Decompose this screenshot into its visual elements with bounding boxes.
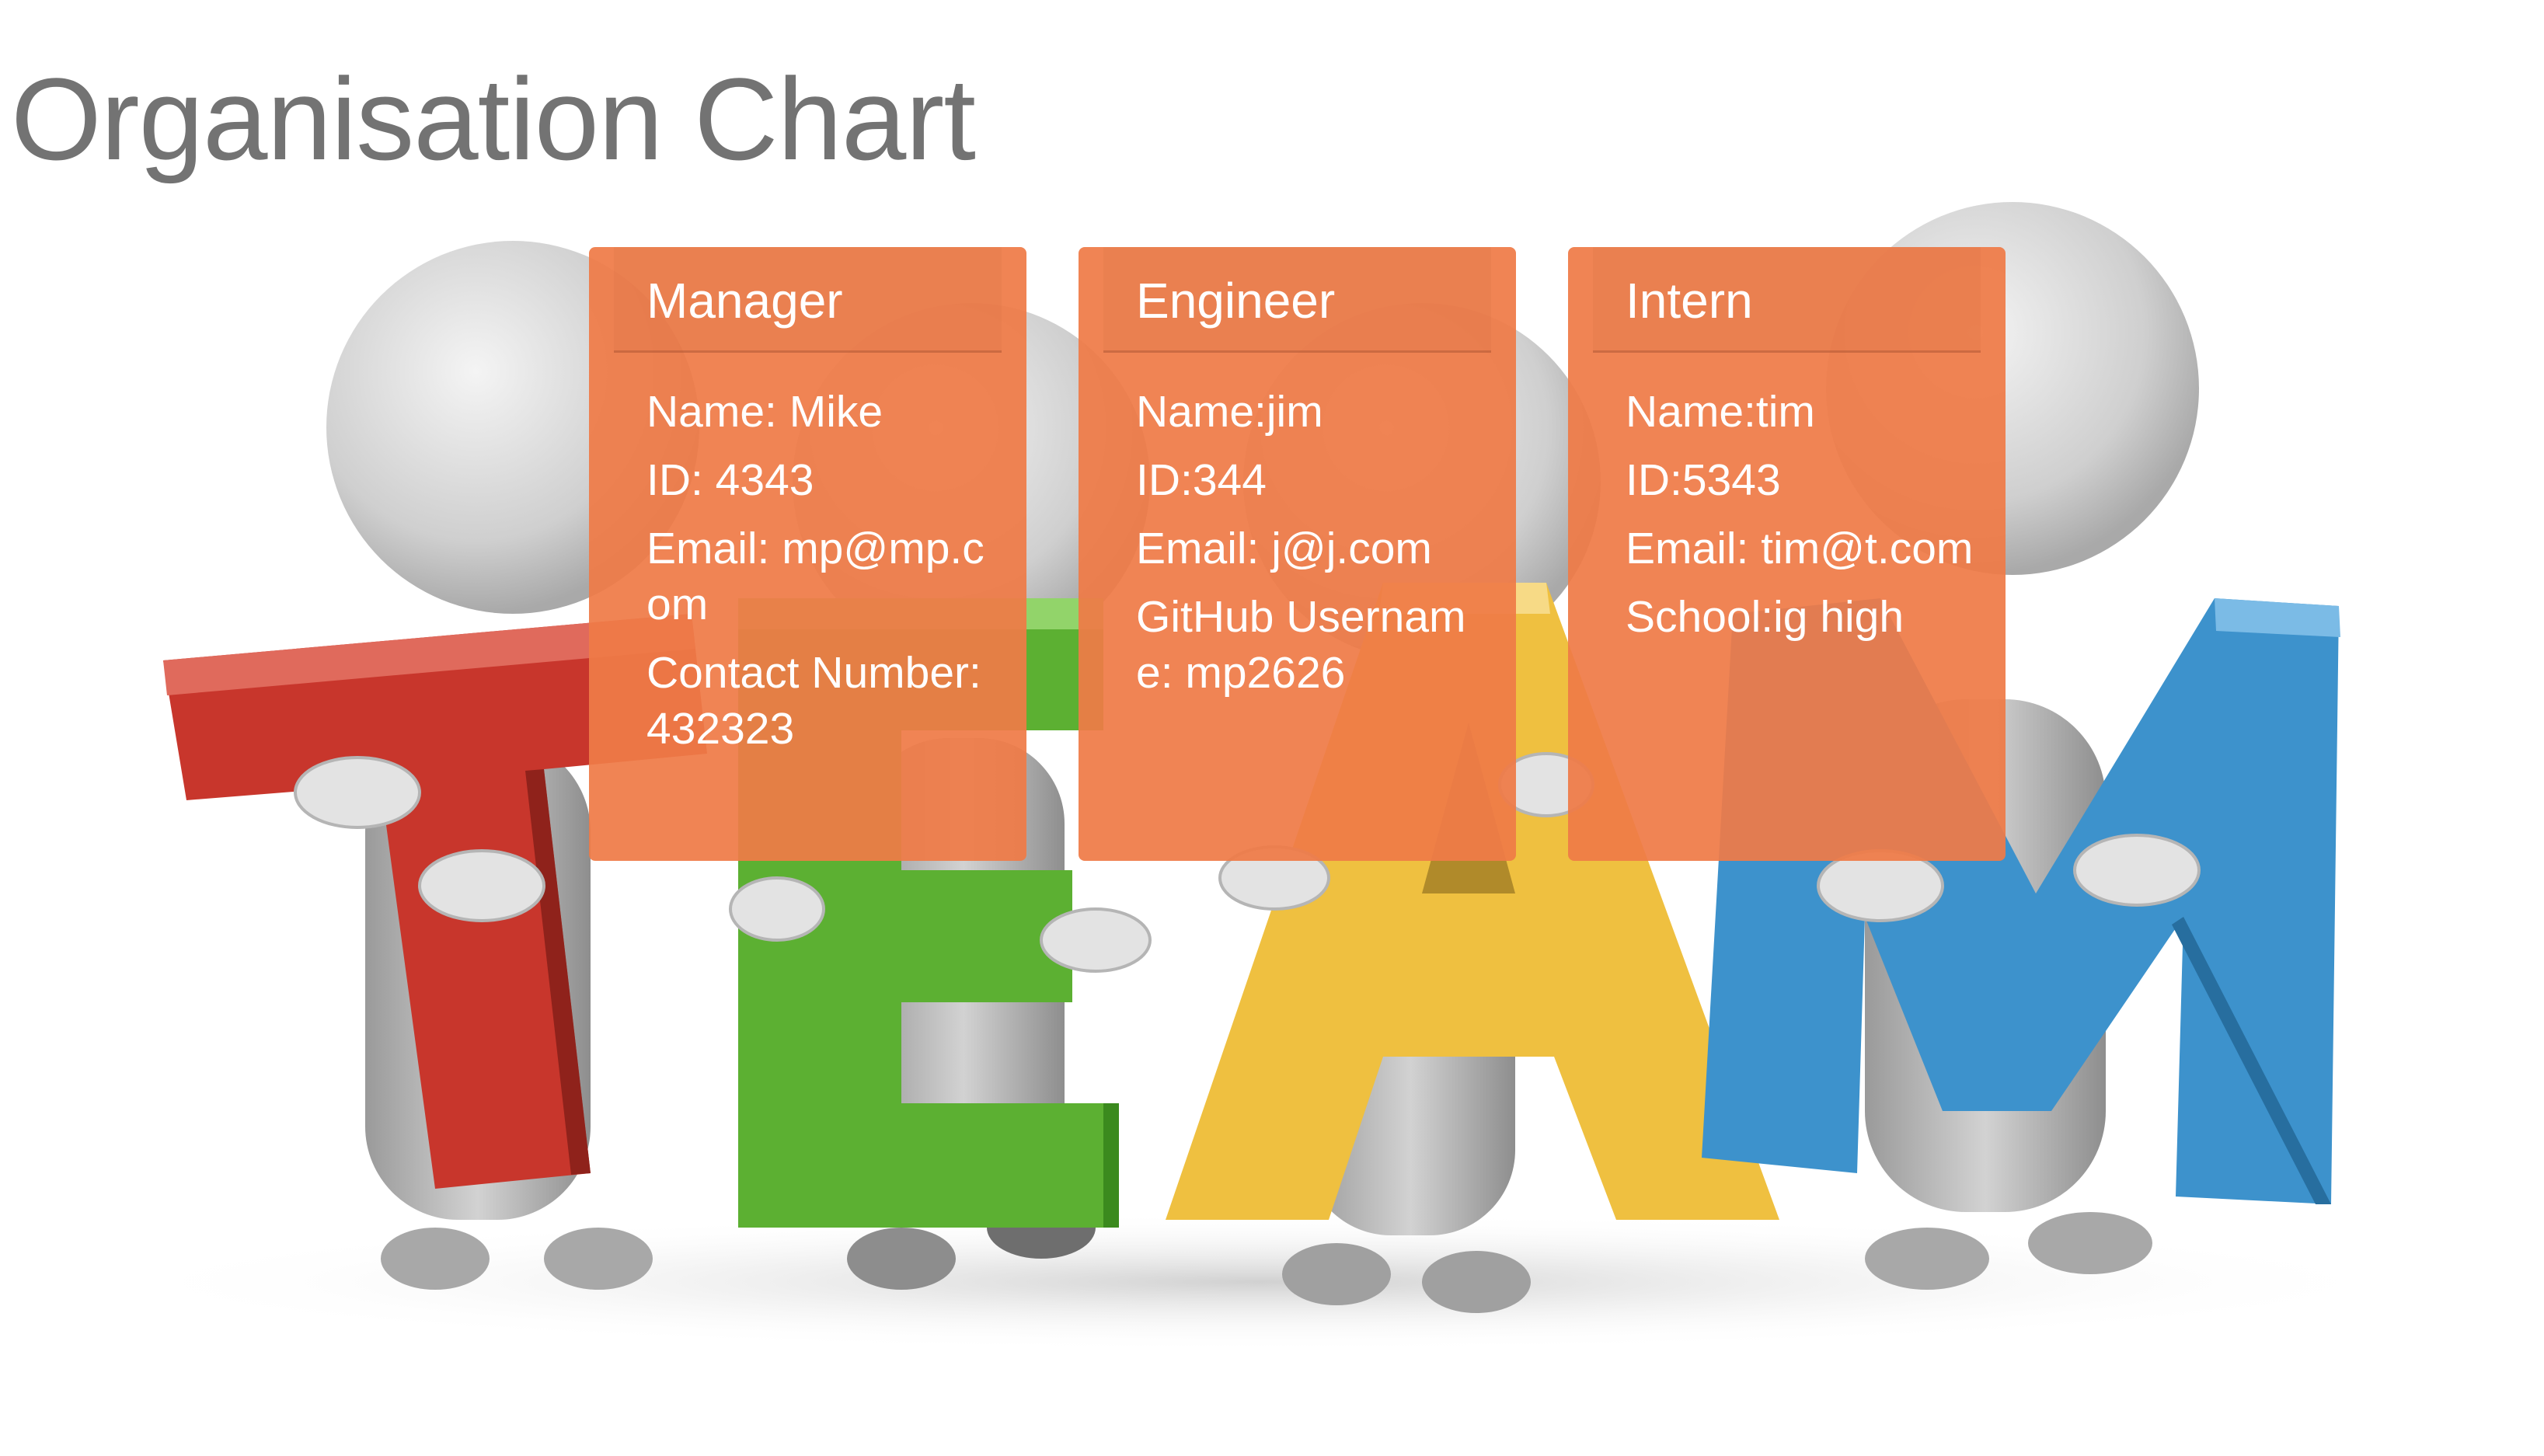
card-body: Name:jim ID:344 Email: j@j.com GitHub Us… (1079, 353, 1516, 701)
card-title: Intern (1593, 247, 1981, 353)
name-field: Name:tim (1626, 387, 1815, 437)
school-field: School:ig high (1626, 592, 1905, 642)
page-title: Organisation Chart (11, 54, 976, 184)
page: Organisation Chart Manager Name: Mike ID… (0, 0, 2544, 1456)
name-field: Name:jim (1136, 387, 1323, 437)
email-field: Email: j@j.com (1136, 524, 1432, 573)
contact-number-field: Contact Number:432323 (646, 648, 981, 754)
card-title: Manager (614, 247, 1002, 353)
id-field: ID: 4343 (646, 455, 814, 505)
name-field: Name: Mike (646, 387, 883, 437)
id-field: ID:344 (1136, 455, 1267, 505)
github-username-field: GitHub Username: mp2626 (1136, 592, 1466, 698)
email-field: Email: mp@mp.com (646, 524, 984, 629)
id-field: ID:5343 (1626, 455, 1781, 505)
intern-card: Intern Name:tim ID:5343 Email: tim@t.com… (1568, 247, 2006, 861)
email-field: Email: tim@t.com (1626, 524, 1974, 573)
card-body: Name: Mike ID: 4343 Email: mp@mp.com Con… (589, 353, 1026, 757)
card-title: Engineer (1103, 247, 1491, 353)
card-body: Name:tim ID:5343 Email: tim@t.com School… (1568, 353, 2006, 645)
engineer-card: Engineer Name:jim ID:344 Email: j@j.com … (1079, 247, 1516, 861)
manager-card: Manager Name: Mike ID: 4343 Email: mp@mp… (589, 247, 1026, 861)
